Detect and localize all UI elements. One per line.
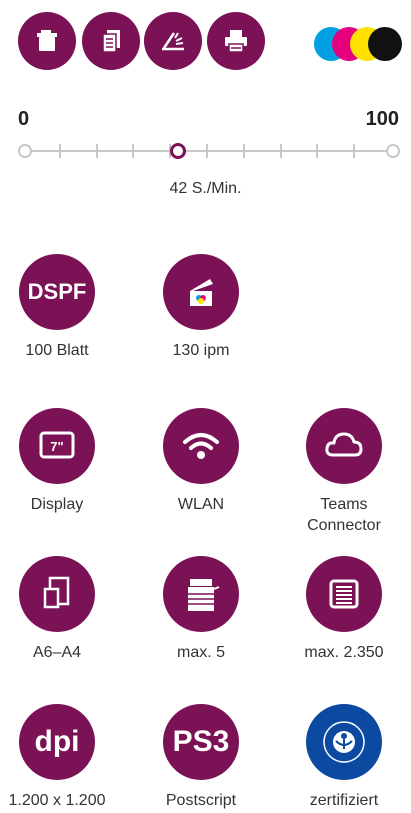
feature-label: max. 5 <box>176 644 225 661</box>
print-icon <box>207 12 265 70</box>
ink-dot-black <box>368 27 402 61</box>
speed-scale-track <box>24 150 394 152</box>
dpi-icon: dpi <box>19 704 95 780</box>
feature-scan-speed: 130 ipm <box>136 254 266 361</box>
feature-blauer-engel: zertifiziert <box>279 704 409 811</box>
scale-tick <box>95 144 98 158</box>
feature-resolution: dpi 1.200 x 1.200 <box>0 704 122 811</box>
feature-dspf: DSPF 100 Blatt <box>0 254 122 361</box>
cloud-icon <box>306 408 382 484</box>
feature-paper-capacity: max. 2.350 <box>279 556 409 663</box>
scale-tick <box>58 144 61 158</box>
scale-start-dot <box>18 144 32 158</box>
feature-label: zertifiziert <box>309 792 379 809</box>
printer-trays-icon <box>163 556 239 632</box>
scale-tick <box>353 144 356 158</box>
scale-tick <box>242 144 245 158</box>
speed-label: 42 S./Min. <box>169 180 242 197</box>
display-7inch-icon: 7" <box>19 408 95 484</box>
feature-label: 130 ipm <box>172 342 230 359</box>
scale-tick <box>279 144 282 158</box>
scale-max-label: 100 <box>365 108 399 130</box>
cmyk-ink-icon <box>314 27 404 61</box>
copy-icon <box>18 12 76 70</box>
feature-label: 100 Blatt <box>25 342 89 359</box>
feature-postscript: PS3 Postscript <box>136 704 266 811</box>
scale-tick <box>132 144 135 158</box>
svg-text:7": 7" <box>50 439 63 454</box>
color-scan-icon <box>163 254 239 330</box>
scale-min-label: 0 <box>18 108 30 130</box>
feature-paper-size: A6–A4 <box>0 556 122 663</box>
scan-icon <box>144 12 202 70</box>
feature-wlan: WLAN <box>136 408 266 515</box>
feature-teams-connector: Teams Connector <box>279 408 409 536</box>
feature-paper-trays: max. 5 <box>136 556 266 663</box>
dspf-icon: DSPF <box>19 254 95 330</box>
feature-label: Display <box>30 496 84 513</box>
feature-label: Teams Connector <box>307 496 381 534</box>
paper-size-icon <box>19 556 95 632</box>
wifi-icon <box>163 408 239 484</box>
feature-display: 7" Display <box>0 408 122 515</box>
feature-label: A6–A4 <box>32 644 82 661</box>
feature-label: 1.200 x 1.200 <box>8 792 106 809</box>
feature-label: Postscript <box>165 792 237 809</box>
scale-tick <box>206 144 208 158</box>
speed-marker <box>169 143 186 159</box>
scale-tick <box>316 144 319 158</box>
blauer-engel-icon <box>306 704 382 780</box>
scale-end-dot <box>386 144 400 158</box>
feature-label: WLAN <box>177 496 225 513</box>
ps3-icon: PS3 <box>163 704 239 780</box>
paper-stack-icon <box>306 556 382 632</box>
documents-icon <box>82 12 140 70</box>
feature-label: max. 2.350 <box>304 644 384 661</box>
